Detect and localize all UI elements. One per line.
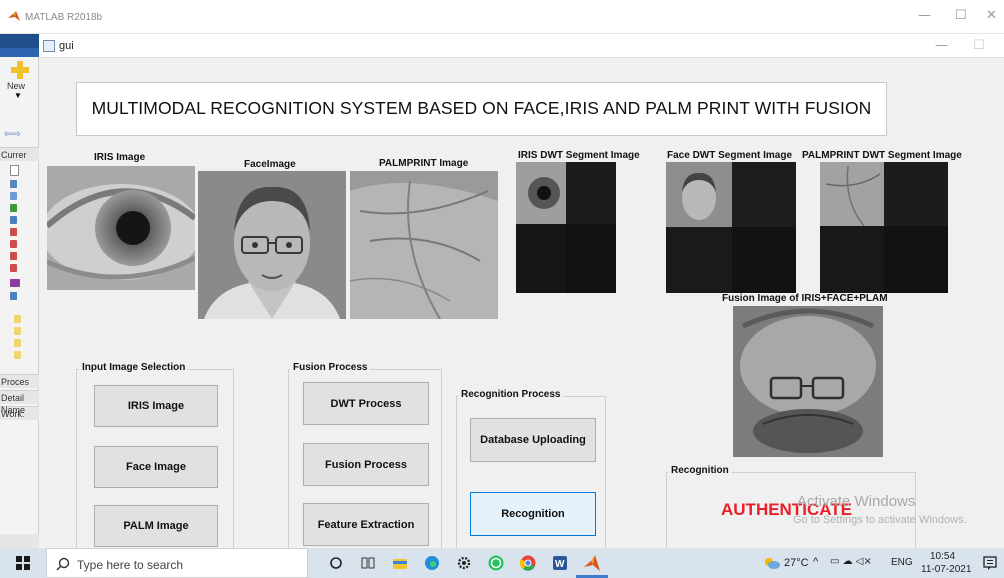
file-icon[interactable] (10, 292, 17, 300)
workspace-name-column: Name (1, 405, 26, 415)
face-dwt-label: Face DWT Segment Image (667, 150, 793, 161)
file-icon[interactable] (10, 264, 17, 272)
palm-dwt-label: PALMPRINT DWT Segment Image (802, 150, 962, 161)
new-button-label[interactable]: New (7, 81, 25, 91)
palm-image-label: PALMPRINT Image (379, 158, 469, 169)
fusion-image-label: Fusion Image of IRIS+FACE+PLAM (722, 293, 888, 304)
clock-date[interactable]: 11-07-2021 (921, 564, 971, 575)
chevron-down-icon[interactable]: ▼ (14, 91, 22, 100)
matlab-toolstrip-tab-accent (0, 48, 39, 57)
activate-windows-watermark: Activate Windows (797, 493, 916, 510)
gui-minimize-button[interactable]: — (935, 38, 948, 53)
tray-overflow-icon[interactable]: ^ (813, 556, 818, 568)
database-uploading-button[interactable]: Database Uploading (470, 418, 596, 462)
matlab-window-title: MATLAB R2018b (25, 12, 103, 23)
folder-icon[interactable] (14, 327, 21, 335)
search-icon (56, 557, 70, 571)
heading-panel: MULTIMODAL RECOGNITION SYSTEM BASED ON F… (76, 82, 887, 136)
face-dwt-image (666, 162, 796, 293)
iris-image-button[interactable]: IRIS Image (94, 385, 218, 427)
fusion-image (733, 306, 883, 457)
clock-time[interactable]: 10:54 (930, 551, 955, 562)
weather-icon[interactable] (764, 557, 780, 569)
palm-image-button[interactable]: PALM Image (94, 505, 218, 547)
file-icon[interactable] (10, 279, 20, 287)
face-image-label: FaceImage (244, 159, 296, 170)
matlab-logo-icon (8, 11, 20, 21)
folder-icon[interactable] (14, 351, 21, 359)
battery-network-volume-icon[interactable]: ▭ ☁ ◁× (830, 556, 872, 567)
file-explorer-icon[interactable] (392, 555, 408, 571)
search-placeholder: Type here to search (77, 558, 184, 572)
fusion-process-title: Fusion Process (290, 362, 371, 373)
taskbar-search-box[interactable]: Type here to search (46, 548, 308, 578)
face-image (198, 171, 346, 319)
file-icon[interactable] (10, 204, 17, 212)
palm-image (350, 171, 498, 319)
minimize-button[interactable]: — (918, 8, 931, 23)
language-indicator[interactable]: ENG (891, 557, 913, 568)
weather-temperature[interactable]: 27°C (784, 557, 809, 569)
gui-title-bar: gui — ☐ (39, 34, 1004, 58)
svg-text:W: W (555, 559, 565, 570)
file-icon[interactable] (10, 165, 19, 176)
command-window-strip (0, 534, 39, 548)
file-icon[interactable] (10, 192, 17, 200)
dwt-process-button[interactable]: DWT Process (303, 382, 429, 425)
task-view-icon[interactable] (360, 555, 376, 571)
taskbar: Type here to search W 27°C ^ ▭ ☁ ◁× ENG … (0, 548, 1004, 578)
new-script-icon[interactable] (10, 60, 30, 80)
iris-dwt-image (516, 162, 616, 293)
maximize-button[interactable]: ☐ (955, 8, 967, 23)
word-icon[interactable]: W (552, 555, 568, 571)
feature-extraction-button[interactable]: Feature Extraction (303, 503, 429, 546)
windows-start-icon[interactable] (16, 556, 30, 570)
fusion-process-button[interactable]: Fusion Process (303, 443, 429, 486)
recognition-panel-title: Recognition (668, 465, 732, 476)
file-icon[interactable] (10, 252, 17, 260)
notification-icon[interactable] (982, 555, 998, 571)
input-image-selection-title: Input Image Selection (79, 362, 189, 373)
edge-icon[interactable] (424, 555, 440, 571)
file-icon[interactable] (10, 216, 17, 224)
activate-windows-hint: Go to Settings to activate Windows. (793, 514, 967, 526)
folder-icon[interactable] (14, 339, 21, 347)
cortana-icon[interactable] (328, 555, 344, 571)
file-icon[interactable] (10, 240, 17, 248)
current-folder-header: Currer (0, 147, 39, 161)
iris-dwt-label: IRIS DWT Segment Image (518, 150, 640, 161)
back-forward-icon[interactable]: ⇦⇨ (4, 129, 21, 140)
gui-maximize-button[interactable]: ☐ (973, 38, 985, 53)
file-icon[interactable] (10, 228, 17, 236)
details-header: Detail (0, 390, 39, 404)
palm-dwt-image (820, 162, 948, 293)
matlab-left-panel: New ▼ ⇦⇨ Currer Proces Detail Work: Name (0, 34, 39, 548)
iris-image-label: IRIS Image (94, 152, 146, 163)
folder-icon[interactable] (14, 315, 21, 323)
figure-icon (43, 40, 55, 52)
recognition-button[interactable]: Recognition (470, 492, 596, 536)
page-title: MULTIMODAL RECOGNITION SYSTEM BASED ON F… (91, 98, 872, 118)
settings-icon[interactable] (456, 555, 472, 571)
matlab-taskbar-icon[interactable] (584, 555, 600, 571)
gui-window-title: gui (59, 40, 74, 52)
close-button[interactable]: ✕ (986, 8, 997, 23)
file-icon[interactable] (10, 180, 17, 188)
iris-image (47, 166, 195, 290)
process-header: Proces (0, 374, 39, 388)
matlab-title-bar: MATLAB R2018b — ☐ ✕ (0, 0, 1004, 34)
face-image-button[interactable]: Face Image (94, 446, 218, 488)
recognition-process-title: Recognition Process (458, 389, 564, 400)
whatsapp-icon[interactable] (488, 555, 504, 571)
chrome-icon[interactable] (520, 555, 536, 571)
